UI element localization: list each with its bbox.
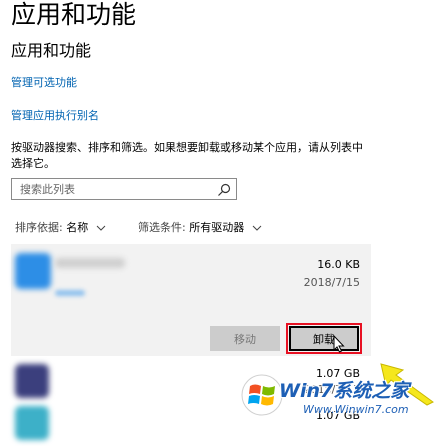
sort-by-value: 名称 bbox=[66, 221, 89, 234]
filter-by-value: 所有驱动器 bbox=[189, 221, 245, 234]
app-icon bbox=[15, 364, 49, 398]
search-icon[interactable] bbox=[216, 182, 232, 198]
watermark: Win7系统之家 Www.Winwin7.com bbox=[235, 360, 438, 431]
filter-by-dropdown[interactable]: 筛选条件: 所有驱动器 bbox=[138, 220, 262, 236]
description-text: 按驱动器搜索、排序和筛选。如果想要卸载或移动某个应用，请从列表中选择它。 bbox=[11, 141, 363, 170]
filter-by-label: 筛选条件: bbox=[138, 221, 186, 234]
app-size: 16.0 KB bbox=[317, 258, 360, 271]
app-name-blurred bbox=[55, 258, 125, 268]
sort-by-label: 排序依据: bbox=[15, 221, 63, 234]
watermark-url: Www.Winwin7.com bbox=[303, 403, 409, 416]
watermark-brand: Win7系统之家 bbox=[279, 380, 410, 402]
chevron-down-icon bbox=[96, 225, 106, 231]
app-icon bbox=[15, 406, 49, 440]
windows-logo-icon bbox=[241, 374, 283, 416]
page-title: 应用和功能 bbox=[11, 0, 137, 29]
app-install-date: 2018/7/15 bbox=[303, 276, 360, 289]
search-box[interactable] bbox=[11, 178, 237, 200]
manage-app-execution-alias-link[interactable]: 管理应用执行别名 bbox=[11, 108, 99, 124]
selected-app-item[interactable]: 16.0 KB 2018/7/15 移动 卸载 bbox=[11, 244, 371, 356]
mouse-cursor-icon bbox=[333, 335, 345, 353]
manage-optional-features-link[interactable]: 管理可选功能 bbox=[11, 75, 77, 91]
app-publisher-blurred bbox=[55, 290, 85, 296]
move-button[interactable]: 移动 bbox=[210, 326, 280, 351]
section-title: 应用和功能 bbox=[11, 41, 92, 60]
search-input[interactable] bbox=[12, 179, 216, 199]
sort-by-dropdown[interactable]: 排序依据: 名称 bbox=[15, 220, 106, 236]
uninstall-button[interactable]: 卸载 bbox=[286, 323, 362, 354]
chevron-down-icon bbox=[252, 225, 262, 231]
app-icon bbox=[15, 253, 51, 289]
